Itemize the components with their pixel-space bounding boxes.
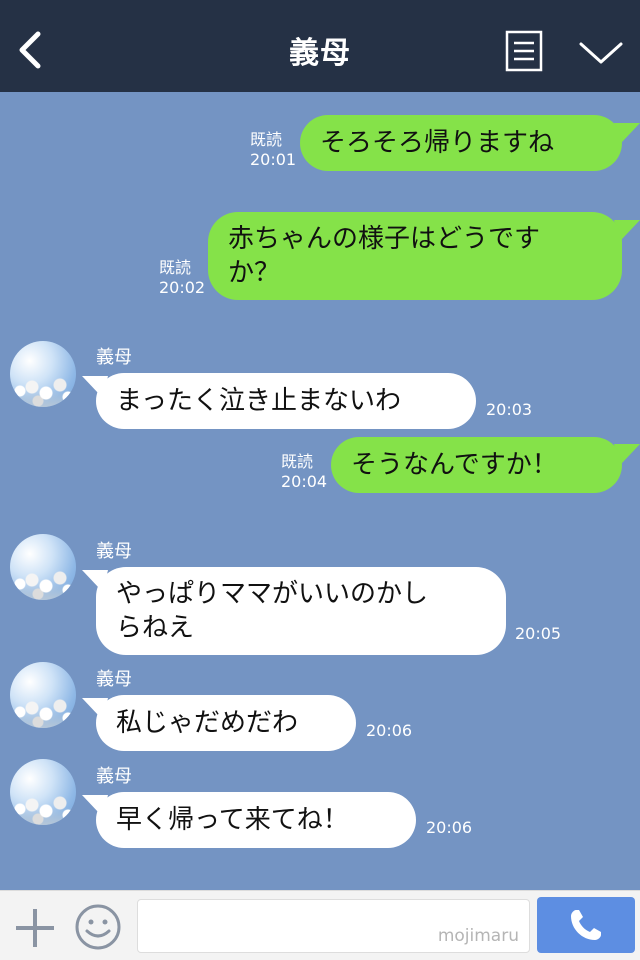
chat-header: 義母 bbox=[0, 0, 640, 92]
input-bar: mojimaru bbox=[0, 890, 640, 960]
chevron-down-icon[interactable] bbox=[578, 38, 624, 68]
avatar[interactable] bbox=[10, 341, 76, 407]
sender-name: 義母 bbox=[96, 541, 132, 562]
message-bubble[interactable]: そろそろ帰りますね bbox=[300, 115, 622, 171]
read-receipt: 既読 bbox=[281, 452, 314, 471]
message-time: 20:01 bbox=[250, 150, 297, 169]
call-button[interactable] bbox=[537, 897, 635, 953]
message-time: 20:03 bbox=[486, 400, 533, 419]
chat-title: 義母 bbox=[289, 36, 351, 71]
message-meta: 既読 20:04 bbox=[281, 452, 327, 492]
message-input[interactable]: mojimaru bbox=[137, 899, 530, 953]
avatar[interactable] bbox=[10, 662, 76, 728]
message-time: 20:04 bbox=[281, 472, 328, 491]
message-text: 早く帰って来てね！ bbox=[116, 805, 349, 835]
notes-icon[interactable] bbox=[505, 30, 543, 72]
message-meta: 既読 20:01 bbox=[250, 130, 296, 170]
sender-name: 義母 bbox=[96, 669, 132, 690]
smile-icon[interactable] bbox=[74, 903, 122, 951]
avatar[interactable] bbox=[10, 759, 76, 825]
read-receipt: 既読 bbox=[159, 258, 192, 277]
message-text: そうなんですか！ bbox=[351, 450, 558, 480]
message-text: らねえ bbox=[116, 613, 195, 643]
plus-icon[interactable] bbox=[14, 907, 56, 949]
message-text: まったく泣き止まないわ bbox=[116, 386, 401, 416]
message-bubble[interactable]: 赤ちゃんの様子はどうです か？ bbox=[208, 212, 622, 300]
watermark-text: mojimaru bbox=[437, 926, 519, 946]
avatar[interactable] bbox=[10, 534, 76, 600]
message-bubble[interactable]: まったく泣き止まないわ bbox=[96, 373, 476, 429]
message-bubble[interactable]: 私じゃだめだわ bbox=[96, 695, 356, 751]
message-time: 20:06 bbox=[366, 721, 413, 740]
message-bubble[interactable]: そうなんですか！ bbox=[331, 437, 622, 493]
message-time: 20:06 bbox=[426, 818, 473, 837]
message-text: やっぱりママがいいのかし bbox=[116, 579, 429, 609]
message-bubble[interactable]: やっぱりママがいいのかし らねえ bbox=[96, 567, 506, 655]
sender-name: 義母 bbox=[96, 347, 132, 368]
message-text: 私じゃだめだわ bbox=[116, 708, 299, 738]
message-time: 20:05 bbox=[515, 624, 562, 643]
message-text: 赤ちゃんの様子はどうです bbox=[228, 224, 541, 254]
phone-icon bbox=[571, 910, 601, 940]
sender-name: 義母 bbox=[96, 766, 132, 787]
message-text: か？ bbox=[228, 258, 281, 288]
message-meta: 既読 20:02 bbox=[159, 258, 205, 298]
message-text: そろそろ帰りますね bbox=[320, 128, 555, 158]
message-bubble[interactable]: 早く帰って来てね！ bbox=[96, 792, 416, 848]
chat-area[interactable]: 既読 20:01 そろそろ帰りますね 既読 20:02 赤ちゃんの様子はどうです… bbox=[0, 92, 640, 890]
read-receipt: 既読 bbox=[250, 130, 283, 149]
message-time: 20:02 bbox=[159, 278, 206, 297]
